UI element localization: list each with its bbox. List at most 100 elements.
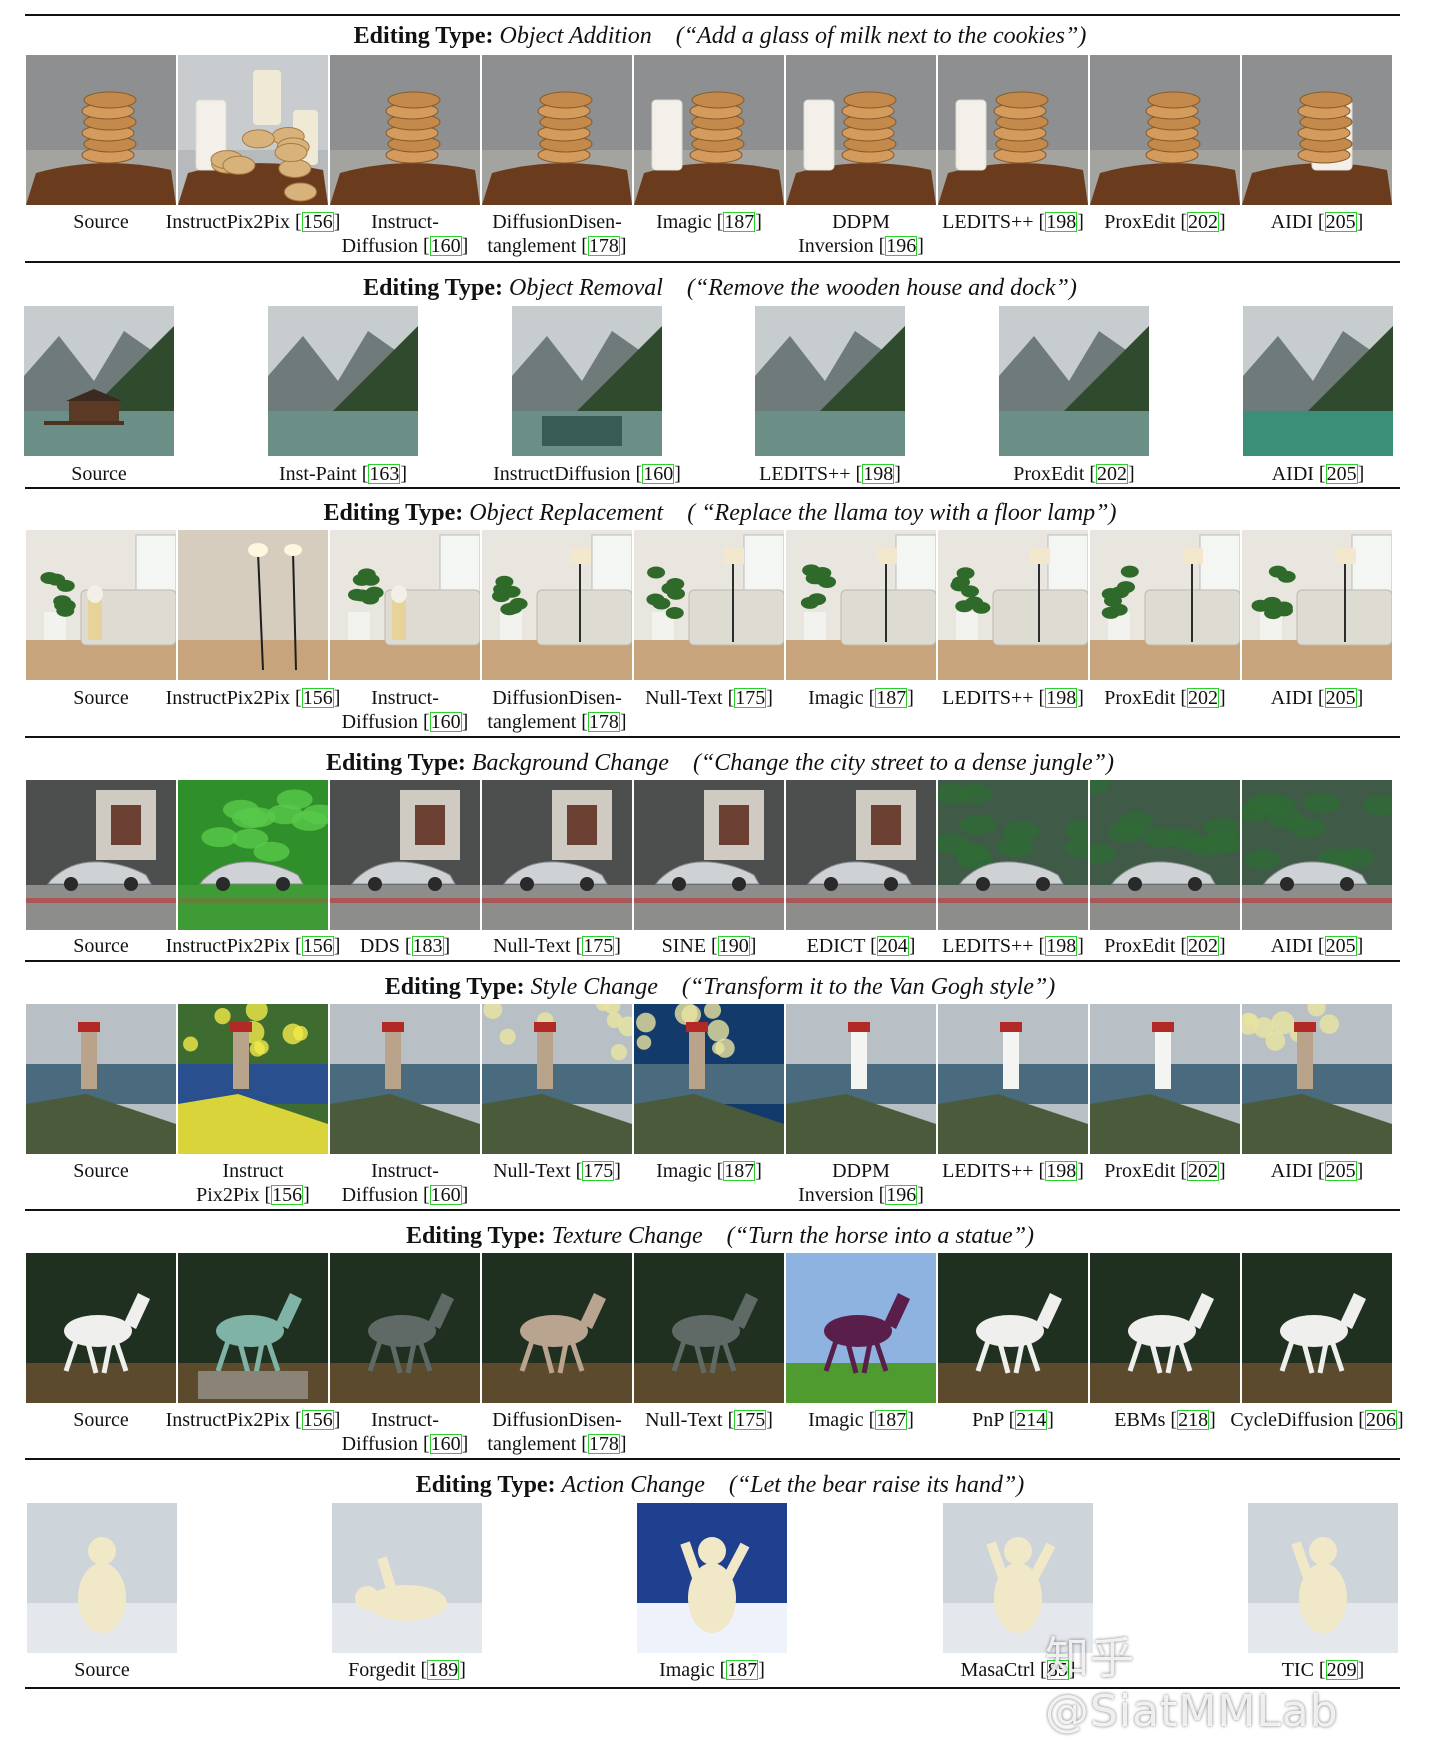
citation-link[interactable]: 202 xyxy=(1096,464,1129,484)
citation-link[interactable]: 196 xyxy=(885,1185,918,1205)
citation-bracket: ] xyxy=(674,463,681,485)
section-title-object-removal: Editing Type: Object Removal (“Remove the… xyxy=(0,274,1440,302)
citation-link[interactable]: 183 xyxy=(411,936,444,956)
edited-result-image xyxy=(637,1503,787,1653)
citation-link[interactable]: 178 xyxy=(587,1434,620,1454)
caption-line: ProxEdit [ xyxy=(1013,463,1097,485)
rule-bottom xyxy=(25,736,1400,738)
section-title-object-addition: Editing Type: Object Addition (“Add a gla… xyxy=(0,22,1440,50)
caption-line: Source xyxy=(73,687,129,709)
caption-line: Source xyxy=(71,463,127,485)
caption-line: AIDI [ xyxy=(1270,935,1325,957)
citation-link[interactable]: 160 xyxy=(642,464,675,484)
method-caption: Inst-Paint [163] xyxy=(243,462,443,486)
edited-result-image xyxy=(482,780,632,930)
method-caption: Forgedit [189] xyxy=(307,1658,507,1682)
citation-link[interactable]: 156 xyxy=(271,1185,304,1205)
edited-result-image xyxy=(634,780,784,930)
caption-line: Imagic [ xyxy=(656,211,724,233)
edited-result-image xyxy=(1243,306,1393,456)
method-caption: AIDI [205] xyxy=(1218,462,1418,486)
section-title-background-change: Editing Type: Background Change (“Change … xyxy=(0,749,1440,777)
caption-line: Instruct- xyxy=(371,211,439,233)
citation-link[interactable]: 205 xyxy=(1324,688,1357,708)
edited-result-image xyxy=(1090,780,1240,930)
citation-link[interactable]: 160 xyxy=(429,1185,462,1205)
citation-link[interactable]: 187 xyxy=(875,688,908,708)
editing-type-name: Style Change xyxy=(530,974,658,1000)
edited-result-image xyxy=(634,1253,784,1403)
edited-result-image xyxy=(786,1253,936,1403)
editing-type-label: Editing Type: xyxy=(415,1472,556,1498)
editing-type-name: Object Removal xyxy=(508,275,663,301)
editing-type-label: Editing Type: xyxy=(353,23,494,49)
edited-result-image xyxy=(1242,1253,1392,1403)
citation-link[interactable]: 190 xyxy=(717,936,750,956)
citation-link[interactable]: 205 xyxy=(1324,936,1357,956)
editing-type-label: Editing Type: xyxy=(326,750,466,776)
caption-line: Diffusion [ xyxy=(341,711,430,733)
caption-line: LEDITS++ [ xyxy=(942,687,1046,709)
edited-result-image xyxy=(1090,1004,1240,1154)
citation-link[interactable]: 202 xyxy=(1187,1161,1220,1181)
citation-link[interactable]: 187 xyxy=(723,212,756,232)
edit-prompt: (“Change the city street to a dense jung… xyxy=(692,750,1114,776)
section-title-action-change: Editing Type: Action Change (“Let the bea… xyxy=(0,1471,1440,1499)
watermark: 知乎 @SiatMMLab xyxy=(1045,1633,1339,1737)
citation-link[interactable]: 218 xyxy=(1177,1410,1210,1430)
citation-link[interactable]: 189 xyxy=(427,1660,460,1680)
caption-line: DDS [ xyxy=(359,935,412,957)
edited-result-image xyxy=(482,530,632,680)
citation-bracket: ] xyxy=(1356,687,1364,709)
editing-type-name: Texture Change xyxy=(551,1223,703,1249)
source-image xyxy=(26,55,176,205)
edited-result-image xyxy=(1242,1004,1392,1154)
edited-result-image xyxy=(178,55,328,205)
citation-link[interactable]: 205 xyxy=(1325,464,1358,484)
caption-line: InstructPix2Pix [ xyxy=(165,1409,302,1431)
citation-bracket: ] xyxy=(459,1659,466,1681)
edited-result-image xyxy=(938,530,1088,680)
edit-prompt: (“Remove the wooden house and dock”) xyxy=(686,275,1077,301)
citation-bracket: ] xyxy=(443,935,451,957)
caption-line: LEDITS++ [ xyxy=(942,211,1046,233)
method-caption: InstructDiffusion [160] xyxy=(487,462,687,486)
caption-line: InstructPix2Pix [ xyxy=(165,935,302,957)
citation-link[interactable]: 214 xyxy=(1015,1410,1048,1430)
citation-link[interactable]: 205 xyxy=(1324,1161,1357,1181)
caption-line: Inversion [ xyxy=(798,1184,886,1206)
caption-line: EDICT [ xyxy=(806,935,877,957)
caption-line: Imagic [ xyxy=(659,1659,727,1681)
caption-line: PnP [ xyxy=(972,1409,1016,1431)
caption-line: Null-Text [ xyxy=(645,687,735,709)
citation-link[interactable]: 205 xyxy=(1324,212,1357,232)
section-title-texture-change: Editing Type: Texture Change (“Turn the h… xyxy=(0,1222,1440,1250)
citation-link[interactable]: 202 xyxy=(1187,936,1220,956)
edit-prompt: (“Turn the horse into a statue”) xyxy=(726,1223,1035,1249)
caption-line: DiffusionDisen- xyxy=(492,1409,622,1431)
citation-link[interactable]: 196 xyxy=(885,236,918,256)
citation-link[interactable]: 206 xyxy=(1364,1410,1397,1430)
caption-line: ProxEdit [ xyxy=(1104,935,1188,957)
caption-line: Imagic [ xyxy=(808,687,876,709)
citation-link[interactable]: 178 xyxy=(587,236,620,256)
edited-result-image xyxy=(634,55,784,205)
citation-link[interactable]: 202 xyxy=(1187,212,1220,232)
citation-link[interactable]: 204 xyxy=(876,936,909,956)
caption-line: Inversion [ xyxy=(798,235,886,257)
caption-line: tanglement [ xyxy=(487,1433,588,1455)
citation-link[interactable]: 202 xyxy=(1187,688,1220,708)
citation-link[interactable]: 187 xyxy=(723,1161,756,1181)
edited-result-image xyxy=(786,780,936,930)
citation-link[interactable]: 163 xyxy=(368,464,401,484)
citation-link[interactable]: 187 xyxy=(875,1410,908,1430)
edited-result-image xyxy=(178,1004,328,1154)
citation-link[interactable]: 198 xyxy=(862,464,895,484)
section-title-object-replacement: Editing Type: Object Replacement ( “Repla… xyxy=(0,499,1440,527)
caption-line: tanglement [ xyxy=(487,235,588,257)
edited-result-image xyxy=(938,780,1088,930)
citation-link[interactable]: 178 xyxy=(587,712,620,732)
source-image xyxy=(27,1503,177,1653)
citation-link[interactable]: 187 xyxy=(726,1660,759,1680)
caption-line: Instruct- xyxy=(371,1160,439,1182)
